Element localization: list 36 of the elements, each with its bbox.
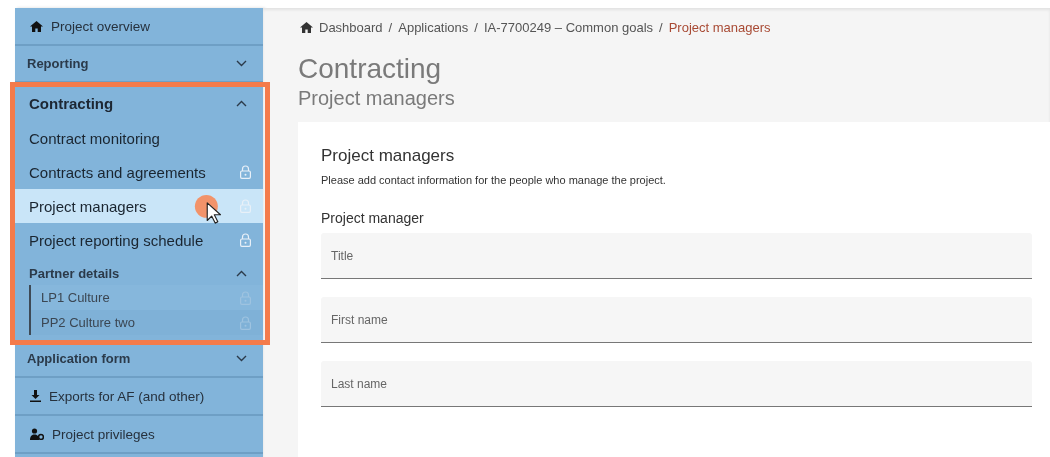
- sidebar-item[interactable]: LP1 Culture: [31, 285, 263, 310]
- breadcrumb-separator: /: [388, 19, 393, 35]
- home-icon: [30, 20, 43, 32]
- lock-icon: [240, 233, 251, 247]
- lock-icon: [240, 165, 251, 179]
- breadcrumb-separator: /: [659, 19, 663, 35]
- sidebar-subgroup[interactable]: Partner details: [15, 257, 263, 285]
- chevron-down-icon: [236, 355, 247, 362]
- page-title: Contracting: [298, 54, 443, 84]
- lock-icon: [240, 290, 251, 305]
- sidebar-item[interactable]: Project managers: [15, 189, 263, 223]
- input-field[interactable]: Last name: [321, 361, 1032, 407]
- card-title: Project managers: [321, 146, 456, 166]
- sidebar-group[interactable]: Contracting: [15, 85, 263, 121]
- sidebar-item[interactable]: Contract monitoring: [15, 121, 263, 155]
- cursor-drawing: [194, 194, 224, 224]
- input-field[interactable]: First name: [321, 297, 1032, 343]
- card-description: Please add contact information for the people who manage the project.: [321, 174, 667, 186]
- lock-icon: [240, 199, 251, 213]
- chevron-down-icon: [236, 60, 247, 67]
- sidebar-item[interactable]: Contracts and agreements: [15, 155, 263, 189]
- breadcrumb-separator: /: [474, 19, 478, 35]
- home-icon: [300, 21, 313, 33]
- section-label: Project manager: [321, 210, 425, 226]
- breadcrumb-current: Project managers: [668, 19, 771, 35]
- breadcrumb-link[interactable]: Applications: [398, 19, 469, 35]
- input-field[interactable]: Title: [321, 233, 1032, 279]
- lock-icon: [240, 315, 251, 330]
- page-subtitle: Project managers: [298, 86, 456, 110]
- chevron-up-icon: [236, 269, 247, 277]
- download-icon: [30, 390, 41, 402]
- users-icon: [30, 428, 44, 440]
- breadcrumb-link[interactable]: Dashboard: [319, 19, 383, 35]
- sidebar-item[interactable]: Project reporting schedule: [15, 223, 263, 257]
- breadcrumb-link[interactable]: IA-7700249 – Common goals: [483, 19, 654, 35]
- chevron-up-icon: [236, 99, 247, 107]
